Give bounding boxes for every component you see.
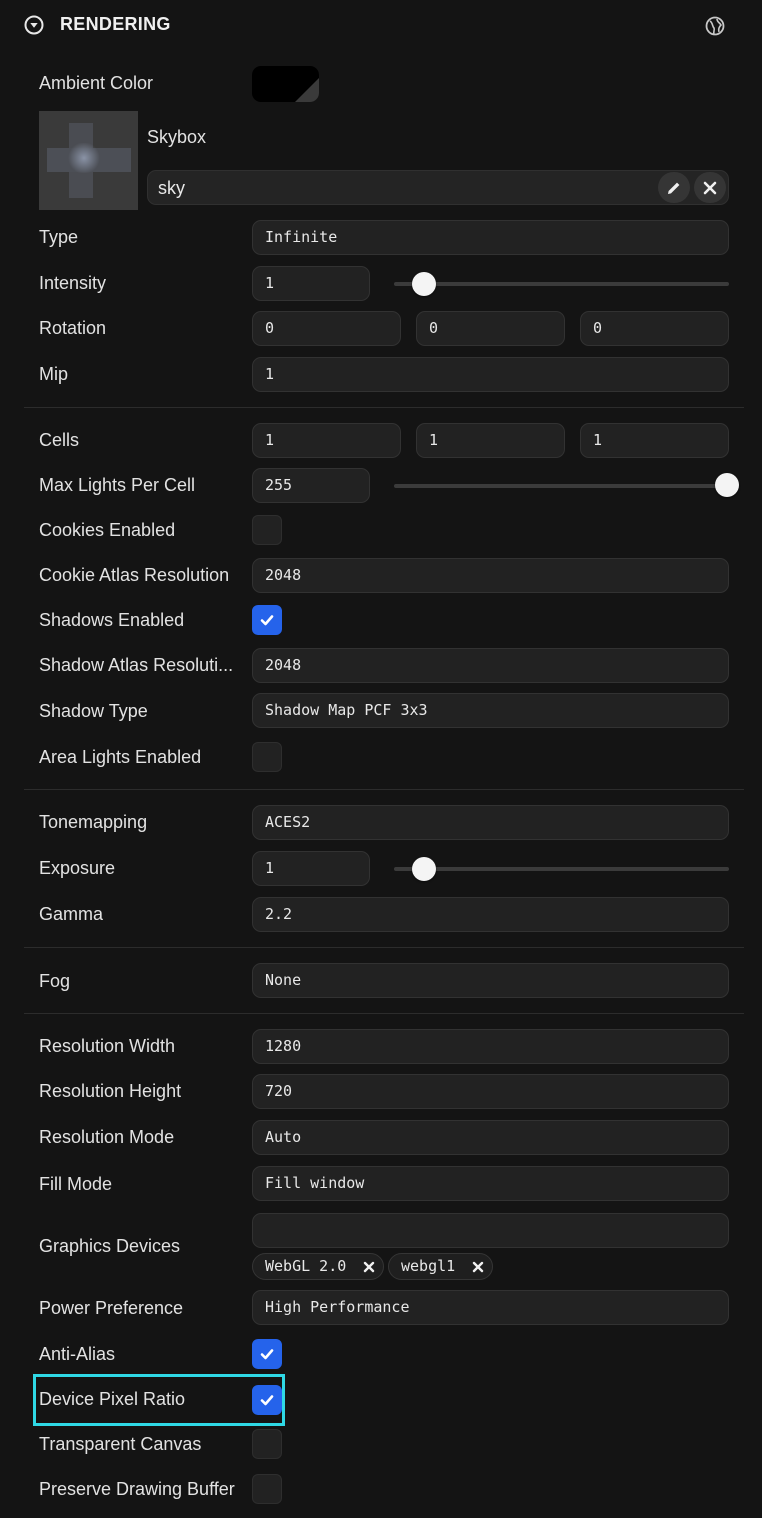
fill-mode-label: Fill Mode bbox=[39, 1174, 113, 1194]
area-lights-label: Area Lights Enabled bbox=[39, 747, 202, 767]
clear-skybox-button[interactable] bbox=[694, 172, 726, 203]
gamma-label: Gamma bbox=[39, 904, 104, 924]
mip-label: Mip bbox=[39, 364, 69, 384]
cells-label: Cells bbox=[39, 430, 80, 450]
fog-select[interactable]: None bbox=[252, 963, 729, 998]
mip-input[interactable]: 1 bbox=[252, 357, 729, 392]
intensity-label: Intensity bbox=[39, 273, 107, 293]
fog-label: Fog bbox=[39, 971, 71, 991]
power-preference-label: Power Preference bbox=[39, 1298, 184, 1318]
exposure-slider-track[interactable] bbox=[394, 867, 729, 871]
cookies-enabled-checkbox[interactable] bbox=[252, 515, 282, 545]
max-lights-label: Max Lights Per Cell bbox=[39, 475, 196, 495]
area-lights-checkbox[interactable] bbox=[252, 742, 282, 772]
chip-label: webgl1 bbox=[401, 1257, 456, 1275]
graphics-devices-label: Graphics Devices bbox=[39, 1236, 181, 1256]
checkmark-icon bbox=[260, 1349, 274, 1360]
chevron-down-circle-icon[interactable] bbox=[24, 15, 44, 35]
skybox-label: Skybox bbox=[147, 127, 207, 147]
preserve-drawing-buffer-checkbox[interactable] bbox=[252, 1474, 282, 1504]
intensity-input[interactable]: 1 bbox=[252, 266, 370, 301]
shadow-type-select[interactable]: Shadow Map PCF 3x3 bbox=[252, 693, 729, 728]
panel-title: RENDERING bbox=[60, 14, 171, 34]
preserve-drawing-buffer-label: Preserve Drawing Buffer bbox=[39, 1479, 235, 1499]
tonemapping-label: Tonemapping bbox=[39, 812, 148, 832]
cookie-atlas-label: Cookie Atlas Resolution bbox=[39, 565, 230, 585]
intensity-slider-track[interactable] bbox=[394, 282, 729, 286]
ambient-color-swatch[interactable] bbox=[252, 66, 319, 102]
fill-mode-select[interactable]: Fill window bbox=[252, 1166, 729, 1201]
rotation-y-input[interactable]: 0 bbox=[416, 311, 565, 346]
section-divider bbox=[24, 407, 744, 408]
power-preference-select[interactable]: High Performance bbox=[252, 1290, 729, 1325]
shadows-enabled-checkbox[interactable] bbox=[252, 605, 282, 635]
max-lights-slider-track[interactable] bbox=[394, 484, 729, 488]
close-icon[interactable] bbox=[363, 1261, 375, 1273]
shadow-type-label: Shadow Type bbox=[39, 701, 148, 721]
cells-z-input[interactable]: 1 bbox=[580, 423, 729, 458]
section-divider bbox=[24, 1013, 744, 1014]
type-label: Type bbox=[39, 227, 79, 247]
tonemapping-select[interactable]: ACES2 bbox=[252, 805, 729, 840]
skybox-asset-value: sky bbox=[158, 178, 185, 198]
cells-y-input[interactable]: 1 bbox=[416, 423, 565, 458]
intensity-slider-thumb[interactable] bbox=[412, 272, 437, 296]
max-lights-slider-thumb[interactable] bbox=[715, 473, 739, 497]
panel-header[interactable]: RENDERING bbox=[0, 0, 762, 50]
pencil-icon bbox=[668, 182, 680, 194]
resolution-width-label: Resolution Width bbox=[39, 1036, 176, 1056]
globe-icon[interactable] bbox=[705, 16, 725, 36]
anti-alias-label: Anti-Alias bbox=[39, 1344, 116, 1364]
resolution-height-label: Resolution Height bbox=[39, 1081, 182, 1101]
resolution-mode-select[interactable]: Auto bbox=[252, 1120, 729, 1155]
resolution-mode-label: Resolution Mode bbox=[39, 1127, 175, 1147]
anti-alias-checkbox[interactable] bbox=[252, 1339, 282, 1369]
transparent-canvas-label: Transparent Canvas bbox=[39, 1434, 202, 1454]
checkmark-icon bbox=[260, 615, 274, 626]
shadows-enabled-label: Shadows Enabled bbox=[39, 610, 185, 630]
skybox-asset-field[interactable]: sky bbox=[147, 170, 729, 205]
rotation-x-input[interactable]: 0 bbox=[252, 311, 401, 346]
graphics-device-chip: WebGL 2.0 bbox=[252, 1253, 384, 1280]
transparent-canvas-checkbox[interactable] bbox=[252, 1429, 282, 1459]
exposure-input[interactable]: 1 bbox=[252, 851, 370, 886]
exposure-slider-thumb[interactable] bbox=[412, 857, 437, 881]
chip-label: WebGL 2.0 bbox=[265, 1257, 347, 1275]
resolution-height-input[interactable]: 720 bbox=[252, 1074, 729, 1109]
exposure-label: Exposure bbox=[39, 858, 116, 878]
skybox-thumbnail[interactable] bbox=[39, 111, 138, 210]
cells-x-input[interactable]: 1 bbox=[252, 423, 401, 458]
cookies-enabled-label: Cookies Enabled bbox=[39, 520, 176, 540]
resolution-width-input[interactable]: 1280 bbox=[252, 1029, 729, 1064]
edit-skybox-button[interactable] bbox=[658, 172, 690, 203]
ambient-color-label: Ambient Color bbox=[39, 73, 154, 93]
shadow-atlas-label: Shadow Atlas Resoluti... bbox=[39, 655, 234, 675]
graphics-device-chip: webgl1 bbox=[388, 1253, 493, 1280]
rotation-z-input[interactable]: 0 bbox=[580, 311, 729, 346]
max-lights-input[interactable]: 255 bbox=[252, 468, 370, 503]
close-icon[interactable] bbox=[472, 1261, 484, 1273]
section-divider bbox=[24, 789, 744, 790]
section-divider bbox=[24, 947, 744, 948]
rotation-label: Rotation bbox=[39, 318, 107, 338]
focus-highlight bbox=[33, 1374, 285, 1426]
close-icon bbox=[703, 181, 717, 195]
graphics-devices-input[interactable] bbox=[252, 1213, 729, 1248]
cookie-atlas-input[interactable]: 2048 bbox=[252, 558, 729, 593]
type-select[interactable]: Infinite bbox=[252, 220, 729, 255]
gamma-input[interactable]: 2.2 bbox=[252, 897, 729, 932]
shadow-atlas-input[interactable]: 2048 bbox=[252, 648, 729, 683]
